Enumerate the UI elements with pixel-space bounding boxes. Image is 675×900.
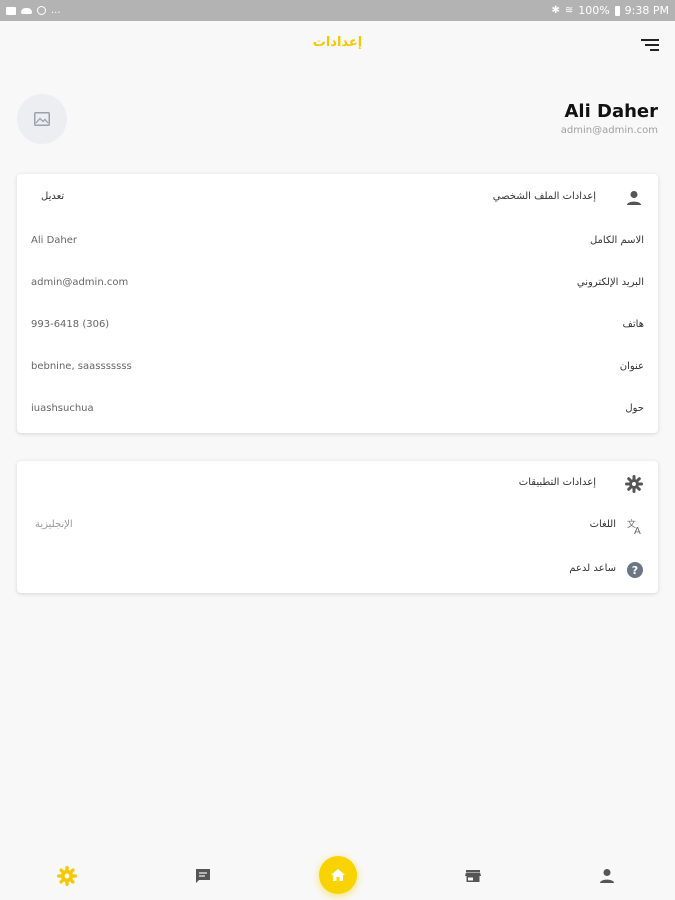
nav-home-button[interactable] [319,856,357,894]
profile-name: Ali Daher [564,101,658,122]
top-app-bar: إعدادات [0,21,675,67]
about-value: iuashsuchua [31,403,94,414]
page-title: إعدادات [312,35,363,50]
nav-chat[interactable] [193,866,213,886]
profile-row-about: حول iuashsuchua [17,390,658,432]
battery-percent: 100% [578,4,610,17]
app-settings-header: إعدادات التطبيقات [17,461,658,505]
status-bar-right: ✱ ≋ 100% 9:38 PM [551,4,669,17]
nav-store[interactable] [463,866,483,886]
store-icon [465,870,481,882]
profile-email: admin@admin.com [560,125,658,136]
chat-icon [196,869,210,883]
fullname-label: الاسم الكامل [589,235,644,246]
wifi-icon: ≋ [564,5,574,16]
email-label: البريد الإلكتروني [576,277,644,288]
help-icon: ? [627,562,643,578]
app-settings-card: إعدادات التطبيقات 文 A اللغات الإنجليزية … [17,461,658,593]
language-label: اللغات [589,519,616,530]
fullname-value: Ali Daher [31,235,78,246]
translate-icon: 文 A [627,518,641,535]
edit-profile-button[interactable]: تعديل [41,191,64,202]
bluetooth-icon: ✱ [551,5,560,16]
gear-icon [625,475,643,493]
profile-row-fullname: الاسم الكامل Ali Daher [17,222,658,264]
image-placeholder-icon [34,112,50,126]
nav-settings[interactable] [57,866,77,886]
person-icon [600,869,614,883]
profile-settings-card: إعدادات الملف الشخصي تعديل الاسم الكامل … [17,174,658,433]
sort-menu-icon[interactable] [641,39,659,53]
language-value: الإنجليزية [35,519,73,530]
cloud-icon [21,7,32,14]
svg-text:?: ? [632,564,638,577]
sync-icon [37,6,46,15]
about-label: حول [625,403,644,414]
battery-icon [614,5,620,16]
avatar[interactable] [17,94,67,144]
svg-text:A: A [634,526,641,535]
profile-row-phone: هاتف 993-6418 (306) [17,306,658,348]
phone-label: هاتف [622,319,644,330]
profile-row-email: البريد الإلكتروني admin@admin.com [17,264,658,306]
address-label: عنوان [619,361,644,372]
status-bar: ... ✱ ≋ 100% 9:38 PM [0,0,675,21]
status-time: 9:38 PM [624,4,669,17]
address-value: bebnine, saasssssss [31,361,132,372]
profile-settings-title: إعدادات الملف الشخصي [492,191,596,202]
home-icon [331,869,345,881]
settings-icon [57,866,77,886]
email-value: admin@admin.com [31,277,129,288]
status-bar-left: ... [6,5,61,16]
profile-row-address: عنوان bebnine, saasssssss [17,348,658,390]
support-label: ساعد لدعم [569,563,616,574]
support-row[interactable]: ? ساعد لدعم [17,549,658,593]
language-row[interactable]: 文 A اللغات الإنجليزية [17,505,658,549]
app-settings-title: إعدادات التطبيقات [518,477,596,488]
phone-value: 993-6418 (306) [31,319,110,330]
status-more-text: ... [51,5,61,16]
profile-settings-header: إعدادات الملف الشخصي تعديل [17,174,658,222]
person-icon [627,191,641,205]
image-notification-icon [6,6,16,15]
nav-profile[interactable] [597,866,617,886]
